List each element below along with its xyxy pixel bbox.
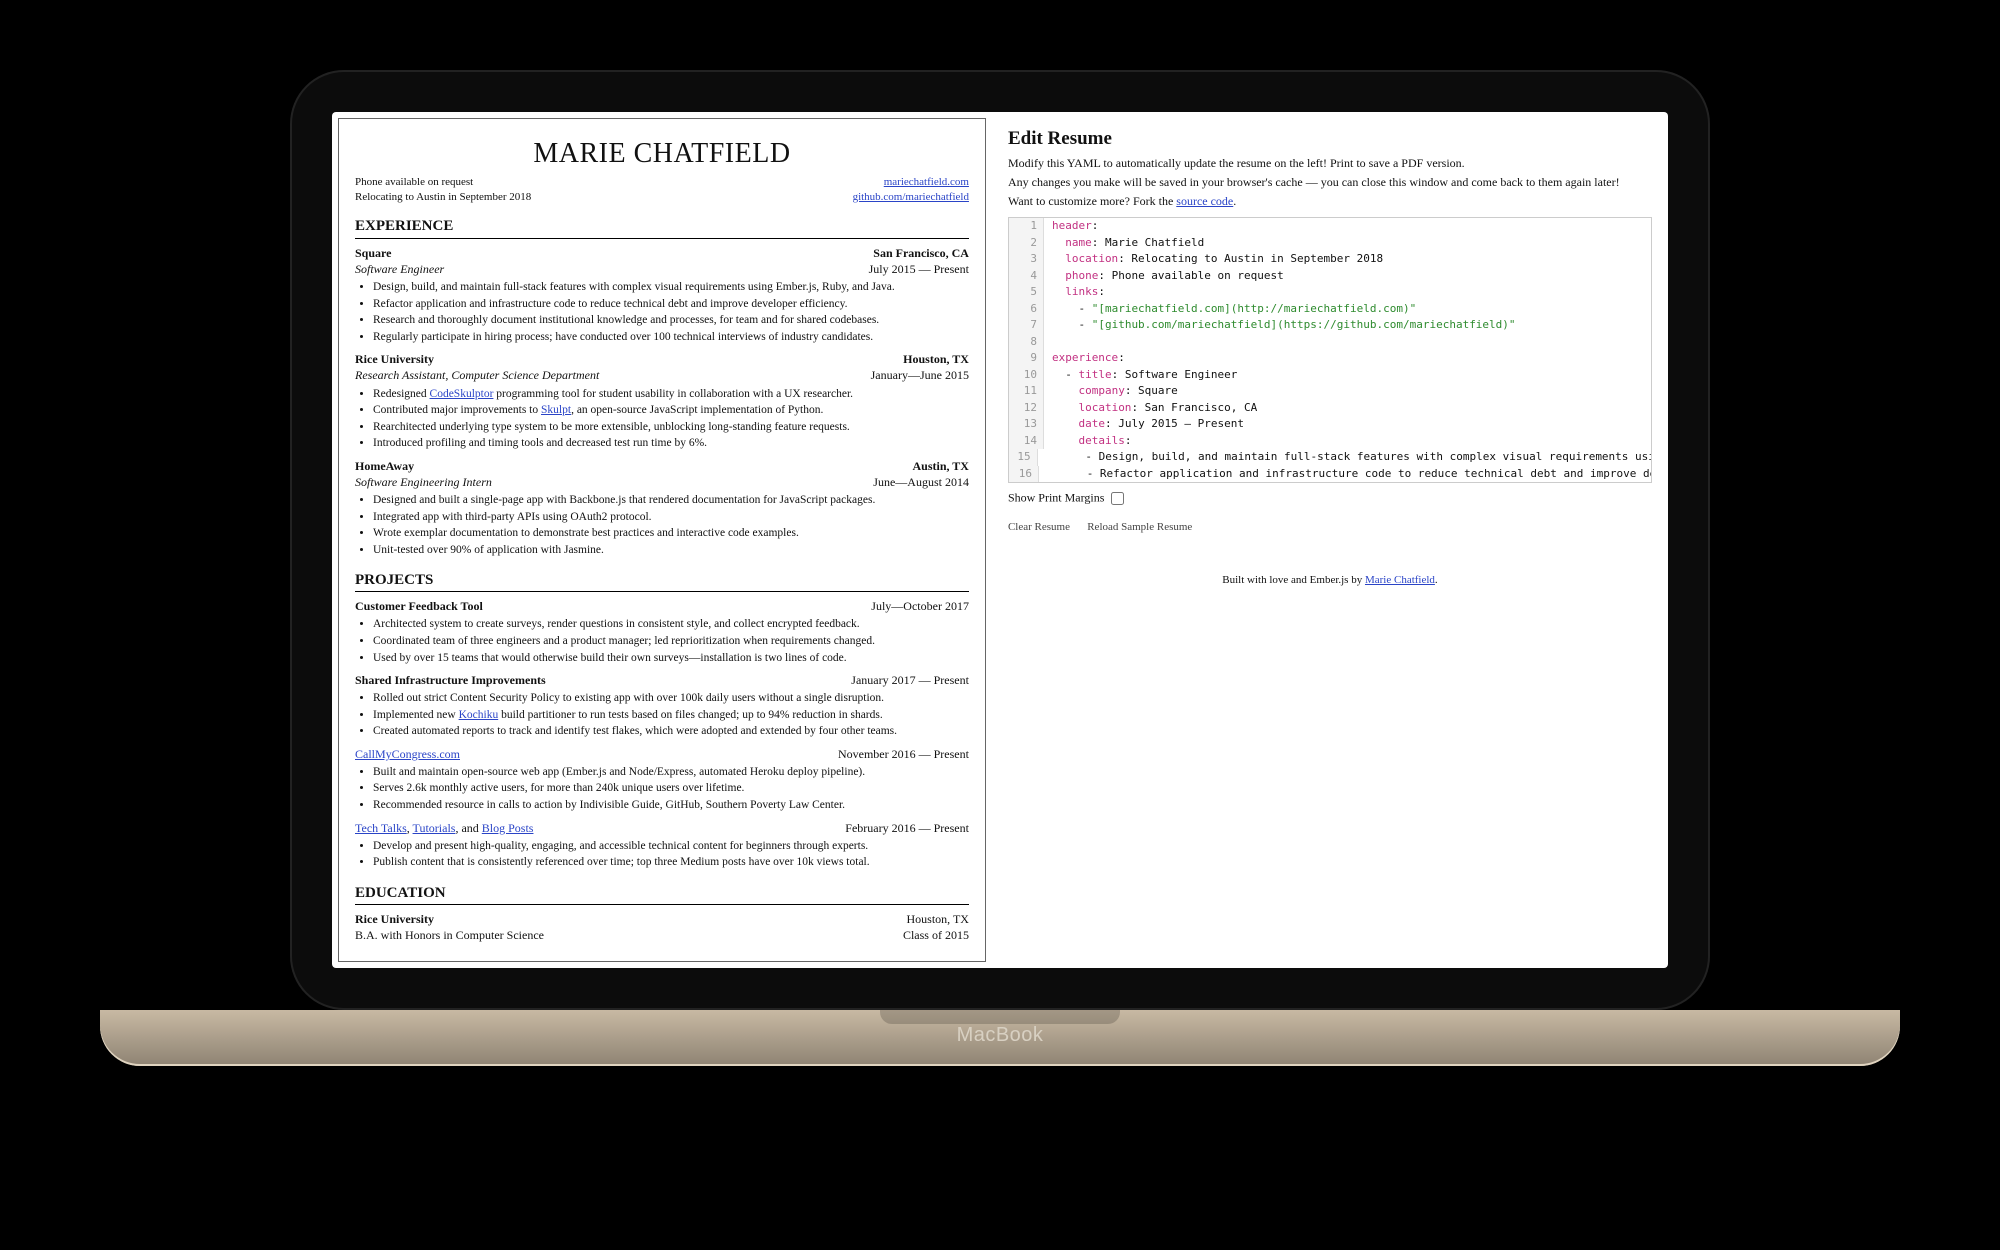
clear-resume-button[interactable]: Clear Resume [1008, 521, 1070, 533]
edu-year: Class of 2015 [903, 927, 969, 943]
line-number: 1 [1009, 218, 1044, 235]
bullet: Wrote exemplar documentation to demonstr… [373, 526, 969, 542]
code-line[interactable]: company: Square [1044, 383, 1178, 400]
bullet: Develop and present high-quality, engagi… [373, 839, 969, 855]
line-number: 16 [1009, 466, 1039, 483]
resume-location: Relocating to Austin in September 2018 [355, 190, 531, 205]
link-codeskulptor[interactable]: CodeSkulptor [430, 388, 494, 400]
edu-degree: B.A. with Honors in Computer Science [355, 927, 544, 943]
section-education: EDUCATION [355, 883, 969, 905]
line-number: 10 [1009, 367, 1044, 384]
bullet: Design, build, and maintain full-stack f… [373, 280, 969, 296]
editor-help-3: Want to customize more? Fork the source … [1008, 194, 1652, 209]
line-number: 6 [1009, 301, 1044, 318]
line-number: 14 [1009, 433, 1044, 450]
laptop-brand: MacBook [957, 1024, 1044, 1047]
entry-link[interactable]: Blog Posts [482, 821, 534, 835]
code-line[interactable]: - title: Software Engineer [1044, 367, 1237, 384]
editor-help-1: Modify this YAML to automatically update… [1008, 156, 1652, 171]
bullet: Unit-tested over 90% of application with… [373, 543, 969, 559]
resume-name: MARIE CHATFIELD [355, 135, 969, 173]
bullet: Regularly participate in hiring process;… [373, 330, 969, 346]
bullet: Rearchitected underlying type system to … [373, 420, 969, 436]
entry-link[interactable]: Tech Talks [355, 821, 407, 835]
resume-entry: SquareSan Francisco, CASoftware Engineer… [355, 245, 969, 345]
resume-link-site[interactable]: mariechatfield.com [884, 176, 969, 188]
bullet: Refactor application and infrastructure … [373, 297, 969, 313]
code-line[interactable]: experience: [1044, 350, 1125, 367]
code-line[interactable]: - "[mariechatfield.com](http://mariechat… [1044, 301, 1416, 318]
bullet: Created automated reports to track and i… [373, 724, 969, 740]
section-projects: PROJECTS [355, 570, 969, 592]
resume-entry: Shared Infrastructure ImprovementsJanuar… [355, 672, 969, 740]
show-margins-checkbox[interactable] [1111, 492, 1124, 505]
code-line[interactable]: phone: Phone available on request [1044, 268, 1284, 285]
line-number: 12 [1009, 400, 1044, 417]
bullet: Used by over 15 teams that would otherwi… [373, 651, 969, 667]
resume-preview: MARIE CHATFIELD Phone available on reque… [338, 118, 986, 962]
credit-link[interactable]: Marie Chatfield [1365, 574, 1435, 586]
laptop-frame: MARIE CHATFIELD Phone available on reque… [290, 70, 1710, 1010]
bullet: Implemented new Kochiku build partitione… [373, 708, 969, 724]
section-experience: EXPERIENCE [355, 216, 969, 238]
line-number: 4 [1009, 268, 1044, 285]
line-number: 11 [1009, 383, 1044, 400]
screen: MARIE CHATFIELD Phone available on reque… [332, 112, 1668, 968]
code-line[interactable]: links: [1044, 284, 1105, 301]
bullet: Rolled out strict Content Security Polic… [373, 691, 969, 707]
line-number: 7 [1009, 317, 1044, 334]
source-code-link[interactable]: source code [1176, 194, 1233, 208]
resume-entry: CallMyCongress.comNovember 2016 — Presen… [355, 746, 969, 814]
yaml-editor[interactable]: 1header:2 name: Marie Chatfield3 locatio… [1008, 217, 1652, 483]
line-number: 13 [1009, 416, 1044, 433]
show-margins-label: Show Print Margins [1008, 490, 1104, 504]
reload-sample-button[interactable]: Reload Sample Resume [1087, 521, 1192, 533]
bullet: Coordinated team of three engineers and … [373, 634, 969, 650]
bullet: Redesigned CodeSkulptor programming tool… [373, 387, 969, 403]
line-number: 15 [1009, 449, 1038, 466]
resume-phone: Phone available on request [355, 175, 531, 190]
bullet: Architected system to create surveys, re… [373, 617, 969, 633]
code-line[interactable]: details: [1044, 433, 1131, 450]
bullet: Introduced profiling and timing tools an… [373, 436, 969, 452]
resume-link-github[interactable]: github.com/mariechatfield [853, 191, 969, 203]
bullet: Serves 2.6k monthly active users, for mo… [373, 781, 969, 797]
link-skulpt[interactable]: Skulpt [541, 404, 571, 416]
laptop-shadow [100, 1066, 1900, 1092]
line-number: 9 [1009, 350, 1044, 367]
link-kochiku[interactable]: Kochiku [459, 709, 499, 721]
resume-entry: Customer Feedback ToolJuly—October 2017A… [355, 598, 969, 666]
bullet: Recommended resource in calls to action … [373, 798, 969, 814]
bullet: Publish content that is consistently ref… [373, 855, 969, 871]
line-number: 5 [1009, 284, 1044, 301]
code-line[interactable]: - Refactor application and infrastructur… [1039, 466, 1651, 483]
bullet: Contributed major improvements to Skulpt… [373, 403, 969, 419]
bullet: Research and thoroughly document institu… [373, 313, 969, 329]
credit-line: Built with love and Ember.js by Marie Ch… [1008, 574, 1652, 586]
line-number: 2 [1009, 235, 1044, 252]
bullet: Designed and built a single-page app wit… [373, 493, 969, 509]
editor-title: Edit Resume [1008, 128, 1652, 150]
bullet: Integrated app with third-party APIs usi… [373, 510, 969, 526]
resume-entry: Rice UniversityHouston, TXResearch Assis… [355, 351, 969, 451]
code-line[interactable]: name: Marie Chatfield [1044, 235, 1204, 252]
entry-link[interactable]: CallMyCongress.com [355, 747, 460, 761]
code-line[interactable]: location: San Francisco, CA [1044, 400, 1257, 417]
edu-loc: Houston, TX [907, 911, 969, 927]
code-line[interactable]: date: July 2015 — Present [1044, 416, 1244, 433]
entry-link[interactable]: Tutorials [413, 821, 456, 835]
editor-panel: Edit Resume Modify this YAML to automati… [992, 112, 1668, 968]
code-line[interactable]: - "[github.com/mariechatfield](https://g… [1044, 317, 1516, 334]
line-number: 3 [1009, 251, 1044, 268]
resume-entry: Tech Talks, Tutorials, and Blog PostsFeb… [355, 820, 969, 871]
bullet: Built and maintain open-source web app (… [373, 765, 969, 781]
line-number: 8 [1009, 334, 1044, 351]
code-line[interactable]: location: Relocating to Austin in Septem… [1044, 251, 1383, 268]
code-line[interactable]: header: [1044, 218, 1098, 235]
code-line[interactable]: - Design, build, and maintain full-stack… [1038, 449, 1651, 466]
resume-entry: HomeAwayAustin, TXSoftware Engineering I… [355, 458, 969, 558]
editor-help-2: Any changes you make will be saved in yo… [1008, 175, 1652, 190]
code-line[interactable] [1044, 334, 1052, 351]
edu-org: Rice University [355, 911, 434, 927]
